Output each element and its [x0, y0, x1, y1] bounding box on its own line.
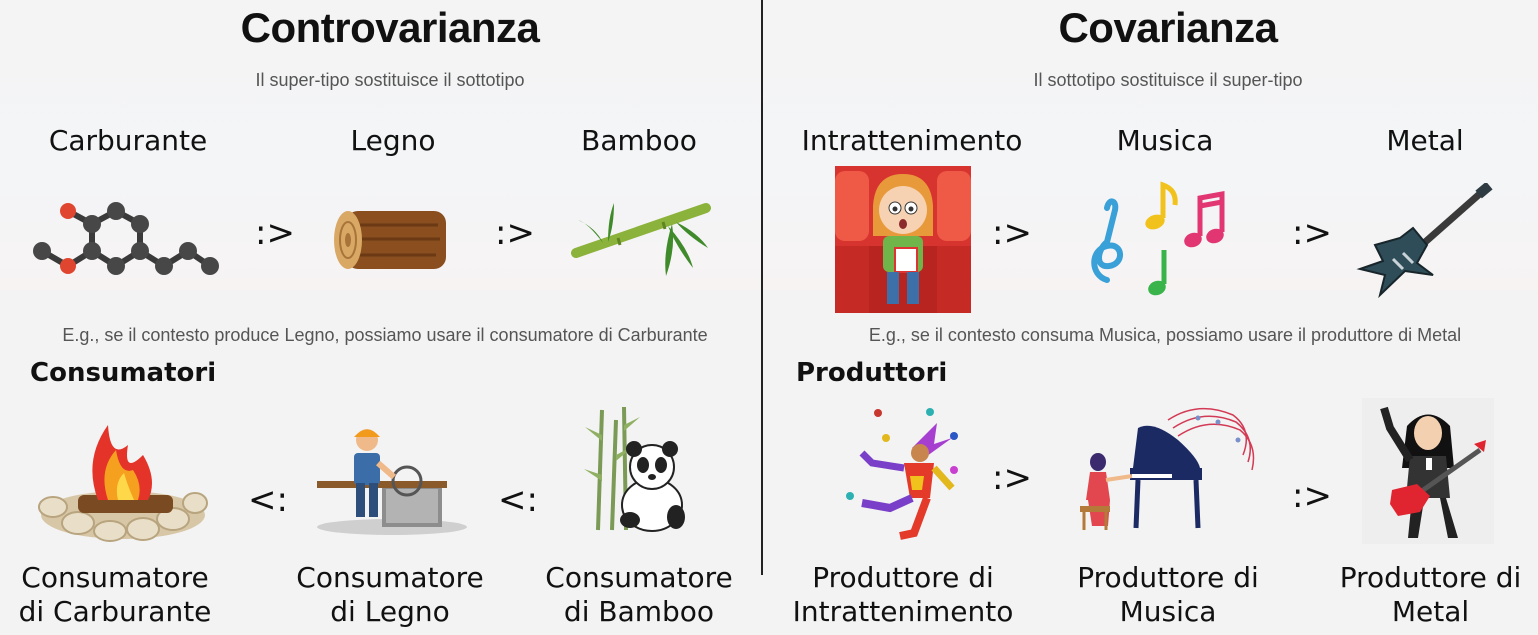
bottom-label-carburante: Consumatore di Carburante [10, 561, 220, 629]
right-title: Covarianza [1058, 4, 1278, 51]
bottom-operator-right-2: :> [1292, 476, 1332, 516]
bamboo-icon [568, 198, 713, 278]
label-line: Produttore di [1077, 561, 1259, 594]
right-example: E.g., se il contesto consuma Musica, pos… [868, 325, 1462, 345]
top-operator-left-1: :> [255, 213, 295, 253]
label-line: Intrattenimento [792, 595, 1014, 628]
label-line: Consumatore [21, 561, 209, 594]
bottom-label-musica: Produttore di Musica [1053, 561, 1283, 629]
center-divider [761, 0, 763, 575]
label-musica: Musica [1116, 124, 1214, 157]
top-operator-right-2: :> [1292, 213, 1332, 253]
sawmill-worker-icon [312, 425, 472, 537]
panda-icon [580, 405, 700, 535]
top-operator-left-2: :> [495, 213, 535, 253]
label-line: di Bamboo [563, 595, 715, 628]
label-line: Produttore di [1339, 561, 1522, 594]
label-line: di Legno [330, 595, 450, 628]
left-section-title: Consumatori [30, 358, 217, 388]
bottom-operator-right-1: :> [992, 458, 1032, 498]
left-subtitle: Il super-tipo sostituisce il sottotipo [255, 70, 525, 90]
right-section-title: Produttori [796, 358, 948, 388]
top-operator-right-1: :> [992, 213, 1032, 253]
campfire-icon [38, 415, 208, 545]
label-line: Musica [1119, 595, 1217, 628]
molecule-icon [30, 196, 225, 281]
label-line: Consumatore [296, 561, 484, 594]
label-line: Consumatore [545, 561, 733, 594]
label-bamboo: Bamboo [581, 124, 697, 157]
right-subtitle: Il sottotipo sostituisce il super-tipo [1033, 70, 1303, 90]
label-legno: Legno [350, 124, 436, 157]
label-line: Metal [1391, 595, 1470, 628]
bottom-operator-left-2: <: [498, 480, 538, 520]
bottom-label-legno: Consumatore di Legno [285, 561, 495, 629]
bottom-label-intrattenimento: Produttore di Intrattenimento [788, 561, 1018, 629]
cinema-viewer-icon [835, 166, 971, 313]
metal-guitarist-icon [1362, 398, 1494, 544]
label-metal: Metal [1386, 124, 1464, 157]
label-carburante: Carburante [48, 124, 208, 157]
music-notes-icon [1085, 180, 1230, 300]
jester-icon [842, 408, 962, 543]
left-example: E.g., se il contesto produce Legno, poss… [62, 325, 708, 345]
electric-guitar-icon [1355, 183, 1495, 301]
left-title: Controvarianza [240, 4, 540, 51]
bottom-operator-left-1: <: [248, 480, 288, 520]
label-line: Produttore di [812, 561, 994, 594]
label-intrattenimento: Intrattenimento [801, 124, 1023, 157]
pianist-icon [1058, 400, 1258, 540]
label-line: di Carburante [18, 595, 212, 628]
log-icon [328, 205, 453, 275]
bottom-label-bamboo: Consumatore di Bamboo [534, 561, 744, 629]
bottom-label-metal: Produttore di Metal [1323, 561, 1538, 629]
